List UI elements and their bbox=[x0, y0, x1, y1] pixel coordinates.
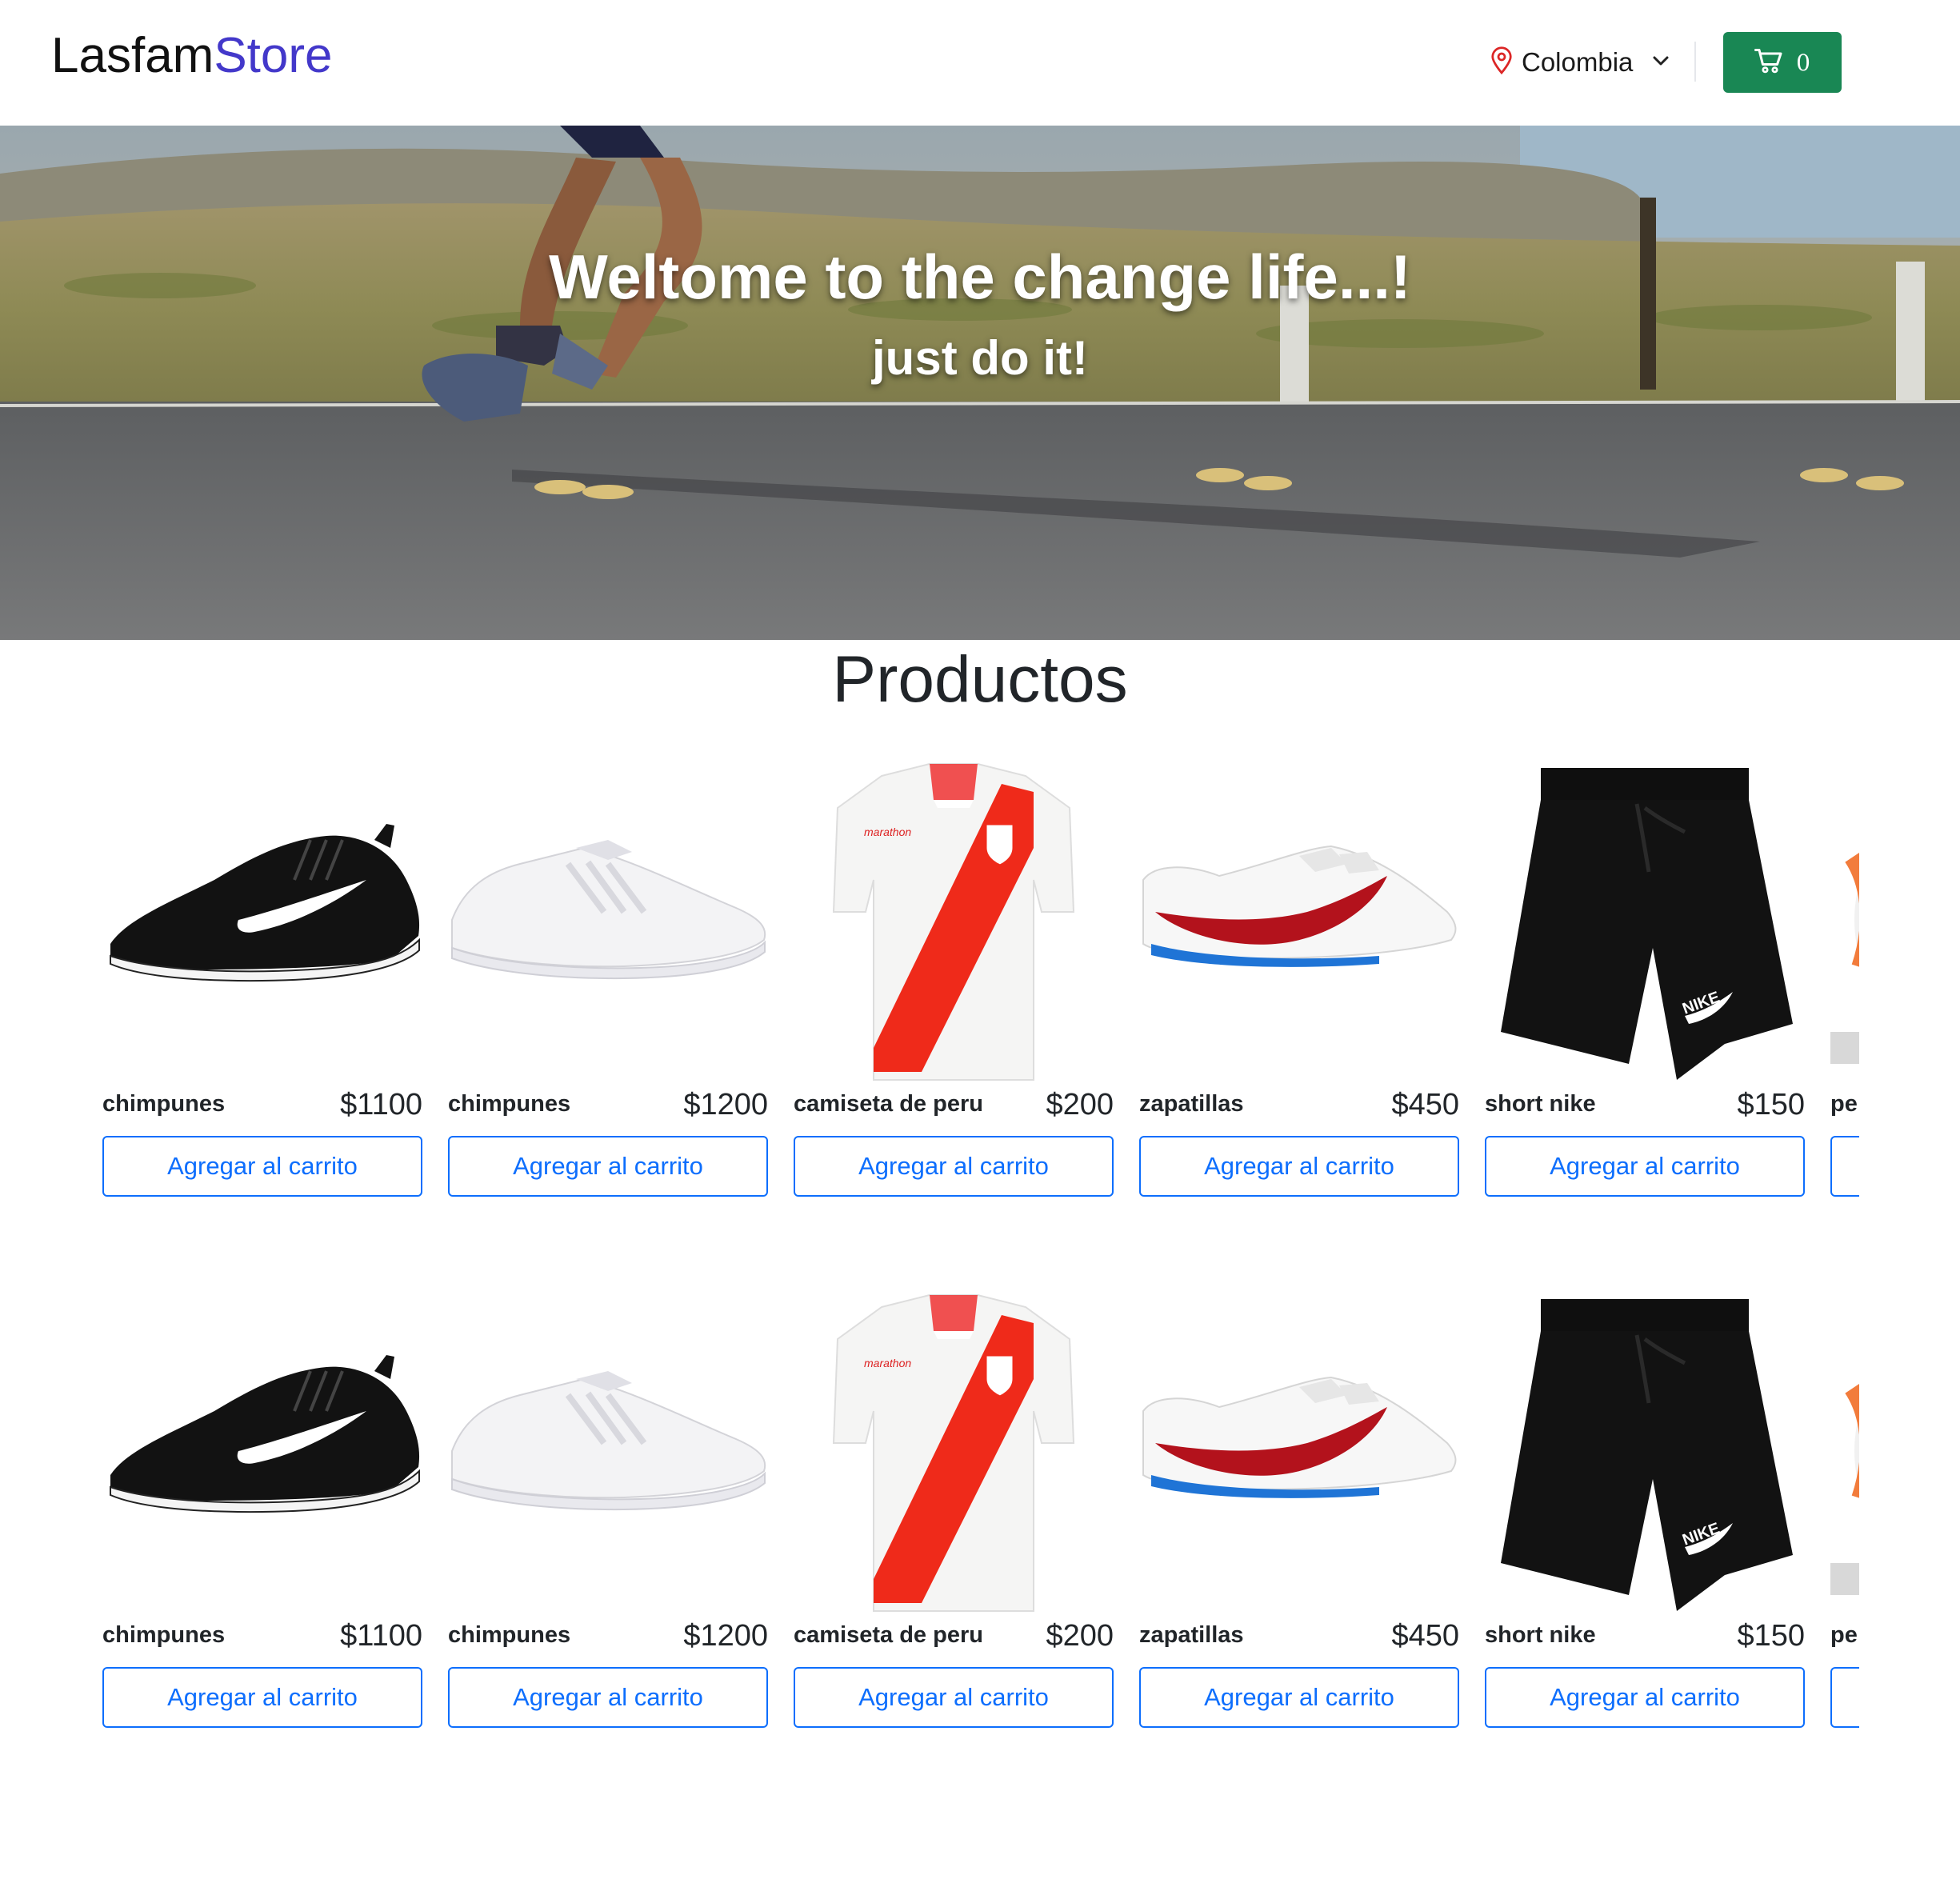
add-to-cart-button[interactable]: Agregar al carrito bbox=[102, 1667, 422, 1728]
product-price: $1200 bbox=[683, 1088, 768, 1121]
chevron-down-icon bbox=[1652, 54, 1670, 71]
map-pin-icon bbox=[1490, 46, 1514, 79]
location-selector[interactable]: Colombia bbox=[1490, 40, 1670, 85]
add-to-cart-button[interactable]: Agregar al carrito bbox=[448, 1667, 768, 1728]
product-image-ball-partial[interactable] bbox=[1830, 760, 1859, 1088]
product-image-red-swoosh-sneaker[interactable] bbox=[1139, 760, 1459, 1088]
product-image-white-sneaker[interactable] bbox=[448, 1291, 768, 1619]
cart-button[interactable]: 0 bbox=[1723, 32, 1842, 93]
hero-subtitle: just do it! bbox=[872, 331, 1088, 385]
product-name: short nike bbox=[1485, 1091, 1596, 1117]
product-card: pe Agregar al carrito bbox=[1830, 760, 1859, 1197]
product-name: chimpunes bbox=[102, 1622, 226, 1648]
location-label: Colombia bbox=[1522, 47, 1634, 77]
add-to-cart-button[interactable]: Agregar al carrito bbox=[1830, 1136, 1859, 1197]
product-card: chimpunes $1200 Agregar al carrito bbox=[448, 760, 768, 1197]
product-image-black-sneaker[interactable] bbox=[102, 1291, 422, 1619]
product-card: NIKE short nike $150 Agregar al carrito bbox=[1485, 1291, 1805, 1728]
add-to-cart-button[interactable]: Agregar al carrito bbox=[1485, 1667, 1805, 1728]
product-card: pe Agregar al carrito bbox=[1830, 1291, 1859, 1728]
hero-banner: Weltome to the change life...! just do i… bbox=[0, 126, 1960, 640]
product-name: chimpunes bbox=[448, 1622, 571, 1648]
product-price: $1100 bbox=[340, 1088, 422, 1121]
product-price: $150 bbox=[1737, 1619, 1805, 1653]
product-card: zapatillas $450 Agregar al carrito bbox=[1139, 760, 1459, 1197]
product-price: $200 bbox=[1046, 1088, 1114, 1121]
product-name: pe bbox=[1830, 1622, 1858, 1648]
product-name: zapatillas bbox=[1139, 1622, 1244, 1648]
product-image-peru-jersey[interactable]: marathon bbox=[794, 760, 1114, 1088]
product-price: $1200 bbox=[683, 1619, 768, 1653]
product-image-black-shorts[interactable]: NIKE bbox=[1485, 1291, 1805, 1619]
product-price: $450 bbox=[1391, 1619, 1459, 1653]
product-name: chimpunes bbox=[448, 1091, 571, 1117]
product-image-peru-jersey[interactable]: marathon bbox=[794, 1291, 1114, 1619]
product-name: camiseta de peru bbox=[794, 1091, 983, 1117]
product-card: zapatillas $450 Agregar al carrito bbox=[1139, 1291, 1459, 1728]
product-grid: chimpunes $1100 Agregar al carrito chimp… bbox=[102, 760, 1859, 1760]
brand-logo[interactable]: LasfamStore bbox=[51, 24, 333, 88]
product-name: chimpunes bbox=[102, 1091, 226, 1117]
cart-count: 0 bbox=[1796, 49, 1810, 76]
product-card: chimpunes $1200 Agregar al carrito bbox=[448, 1291, 768, 1728]
product-name: short nike bbox=[1485, 1622, 1596, 1648]
brand-name-part2: Store bbox=[214, 28, 333, 83]
product-price: $200 bbox=[1046, 1619, 1114, 1653]
product-price: $450 bbox=[1391, 1088, 1459, 1121]
svg-text:marathon: marathon bbox=[864, 1357, 911, 1369]
brand-name-part1: Lasfam bbox=[51, 28, 214, 83]
product-price: $150 bbox=[1737, 1088, 1805, 1121]
add-to-cart-button[interactable]: Agregar al carrito bbox=[794, 1667, 1114, 1728]
product-price: $1100 bbox=[340, 1619, 422, 1653]
product-name: pe bbox=[1830, 1091, 1858, 1117]
header-divider bbox=[1694, 42, 1696, 82]
product-name: camiseta de peru bbox=[794, 1622, 983, 1648]
hero-title: Weltome to the change life...! bbox=[549, 242, 1411, 312]
product-image-ball-partial[interactable] bbox=[1830, 1291, 1859, 1619]
shopping-cart-icon bbox=[1754, 47, 1783, 78]
product-image-red-swoosh-sneaker[interactable] bbox=[1139, 1291, 1459, 1619]
site-header: LasfamStore Colombia 0 bbox=[0, 0, 1960, 126]
add-to-cart-button[interactable]: Agregar al carrito bbox=[1485, 1136, 1805, 1197]
product-card: marathon camiseta de peru $200 Agregar a… bbox=[794, 1291, 1114, 1728]
product-card: chimpunes $1100 Agregar al carrito bbox=[102, 760, 422, 1197]
add-to-cart-button[interactable]: Agregar al carrito bbox=[1830, 1667, 1859, 1728]
product-image-white-sneaker[interactable] bbox=[448, 760, 768, 1088]
product-image-black-shorts[interactable]: NIKE bbox=[1485, 760, 1805, 1088]
add-to-cart-button[interactable]: Agregar al carrito bbox=[1139, 1136, 1459, 1197]
product-card: NIKE short nike $150 Agregar al carrito bbox=[1485, 760, 1805, 1197]
product-name: zapatillas bbox=[1139, 1091, 1244, 1117]
add-to-cart-button[interactable]: Agregar al carrito bbox=[448, 1136, 768, 1197]
product-card: marathon camiseta de peru $200 Agregar a… bbox=[794, 760, 1114, 1197]
products-heading: Productos bbox=[832, 643, 1128, 716]
add-to-cart-button[interactable]: Agregar al carrito bbox=[102, 1136, 422, 1197]
svg-text:marathon: marathon bbox=[864, 826, 911, 838]
product-card: chimpunes $1100 Agregar al carrito bbox=[102, 1291, 422, 1728]
product-image-black-sneaker[interactable] bbox=[102, 760, 422, 1088]
add-to-cart-button[interactable]: Agregar al carrito bbox=[1139, 1667, 1459, 1728]
add-to-cart-button[interactable]: Agregar al carrito bbox=[794, 1136, 1114, 1197]
